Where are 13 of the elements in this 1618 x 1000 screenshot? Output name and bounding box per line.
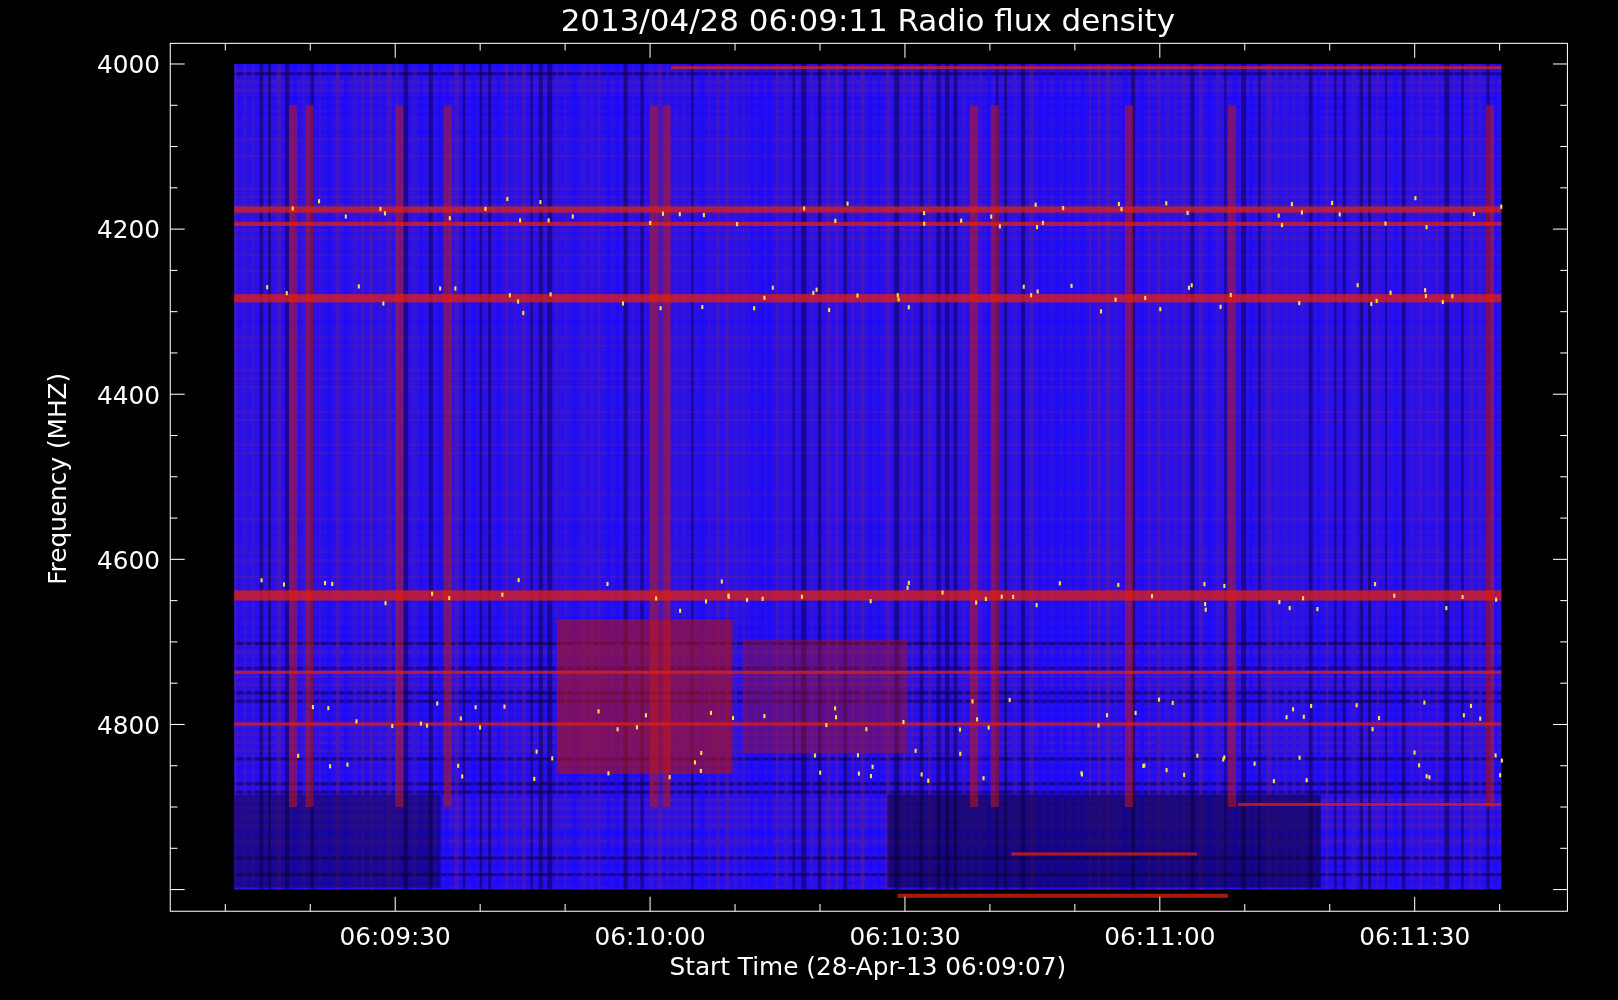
y-tick-label: 4800	[96, 710, 160, 740]
x-axis-label: Start Time (28-Apr-13 06:09:07)	[669, 952, 1067, 982]
y-tick-label: 4400	[96, 380, 160, 410]
y-tick-label: 4200	[96, 215, 160, 245]
x-tick-label: 06:09:30	[339, 922, 451, 952]
y-tick-label: 4000	[96, 50, 160, 80]
x-tick-label: 06:11:00	[1104, 922, 1216, 952]
y-tick-label: 4600	[96, 545, 160, 575]
x-tick-label: 06:10:30	[849, 922, 961, 952]
chart-title: 2013/04/28 06:09:11 Radio flux density	[560, 1, 1175, 38]
y-axis-label: Frequency (MHZ)	[43, 372, 73, 585]
x-tick-label: 06:11:30	[1359, 922, 1471, 952]
x-tick-label: 06:10:00	[594, 922, 706, 952]
